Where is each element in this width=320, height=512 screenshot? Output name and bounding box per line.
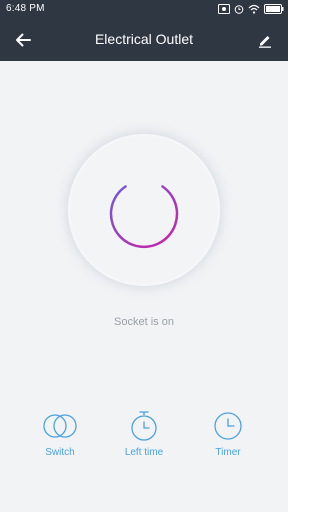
power-icon	[109, 174, 179, 249]
screen: 6:48 PM Electrical Outlet Socket is on S…	[0, 0, 288, 512]
timer-label: Timer	[215, 447, 241, 458]
wifi-icon	[248, 4, 260, 14]
status-icons	[218, 3, 284, 15]
data-saver-icon	[218, 4, 230, 14]
alarm-icon	[234, 5, 244, 14]
switch-button[interactable]: Switch	[25, 410, 95, 458]
app-header: Electrical Outlet	[0, 18, 288, 61]
edit-button[interactable]	[252, 27, 278, 53]
switch-icon	[43, 414, 77, 438]
left-time-button[interactable]: Left time	[109, 410, 179, 458]
back-arrow-icon	[16, 33, 31, 47]
status-bar: 6:48 PM	[0, 0, 288, 18]
stopwatch-icon	[131, 411, 157, 441]
back-button[interactable]	[10, 27, 36, 53]
clock-icon	[214, 412, 242, 440]
pencil-icon	[259, 36, 271, 48]
status-time: 6:48 PM	[6, 3, 45, 14]
battery-icon	[264, 4, 284, 14]
timer-button[interactable]: Timer	[193, 410, 263, 458]
power-button[interactable]	[103, 169, 185, 251]
socket-status-text: Socket is on	[114, 316, 174, 328]
switch-label: Switch	[45, 447, 75, 458]
left-time-label: Left time	[124, 447, 164, 458]
page-title: Electrical Outlet	[94, 31, 194, 47]
